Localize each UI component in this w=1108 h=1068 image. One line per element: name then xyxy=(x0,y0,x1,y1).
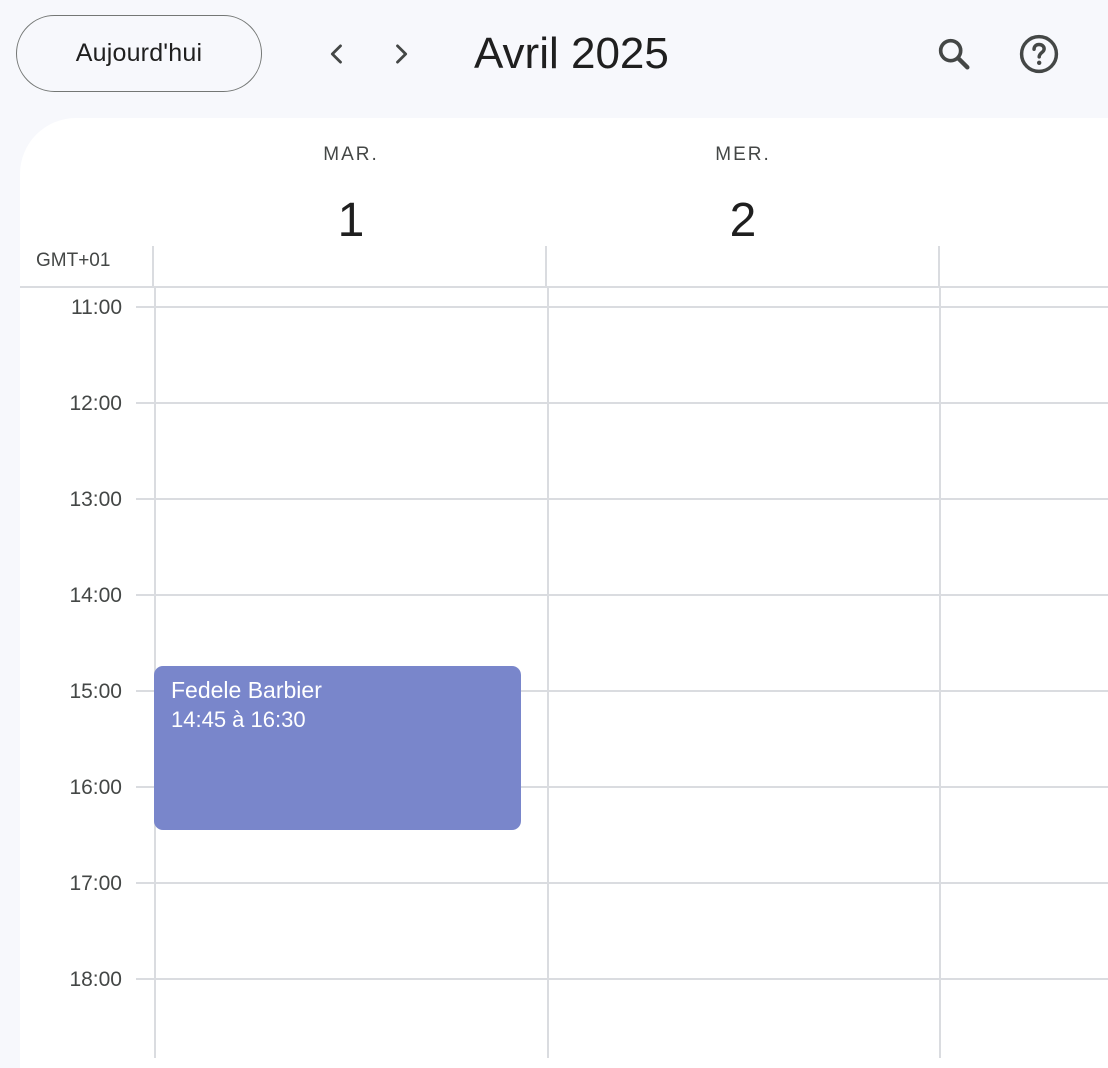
hour-label: 12:00 xyxy=(69,392,122,415)
hour-gridline xyxy=(136,402,1108,404)
hour-gridline xyxy=(136,882,1108,884)
hour-label: 17:00 xyxy=(69,872,122,895)
hour-gridline xyxy=(136,594,1108,596)
chevron-left-icon xyxy=(330,44,342,64)
hour-label: 11:00 xyxy=(71,296,122,319)
event-time: 14:45 à 16:30 xyxy=(171,707,306,732)
hour-label: 16:00 xyxy=(69,776,122,799)
hour-gridline xyxy=(136,978,1108,980)
day-number[interactable]: 1 xyxy=(155,193,547,248)
search-icon xyxy=(938,38,970,70)
day-number[interactable]: 2 xyxy=(547,193,939,248)
hour-label: 13:00 xyxy=(69,488,122,511)
next-period-button[interactable] xyxy=(377,30,425,78)
current-month-title: Avril 2025 xyxy=(474,29,669,78)
header-bottom-border xyxy=(20,286,1108,288)
search-button[interactable] xyxy=(930,30,978,78)
hour-label: 15:00 xyxy=(69,680,122,703)
day-name: MAR. xyxy=(323,144,379,165)
today-button[interactable]: Aujourd'hui xyxy=(16,15,262,92)
calendar-event[interactable]: Fedele Barbier 14:45 à 16:30 xyxy=(154,666,521,830)
hour-gridline xyxy=(136,498,1108,500)
hour-gridline xyxy=(136,306,1108,308)
header-divider xyxy=(938,246,940,286)
help-icon xyxy=(1019,34,1059,74)
column-divider xyxy=(939,288,941,1058)
timezone-label: GMT+01 xyxy=(36,250,111,271)
calendar-grid-panel xyxy=(20,118,1108,1068)
event-title: Fedele Barbier xyxy=(171,677,322,703)
hour-label: 14:00 xyxy=(69,584,122,607)
header-divider xyxy=(545,246,547,286)
help-button[interactable] xyxy=(1015,30,1063,78)
top-toolbar: Aujourd'hui Avril 2025 xyxy=(0,0,1108,118)
day-name: MER. xyxy=(715,144,771,165)
header-divider xyxy=(152,246,154,286)
chevron-right-icon xyxy=(396,44,408,64)
hour-label: 18:00 xyxy=(69,968,122,991)
previous-period-button[interactable] xyxy=(313,30,361,78)
column-divider xyxy=(547,288,549,1058)
